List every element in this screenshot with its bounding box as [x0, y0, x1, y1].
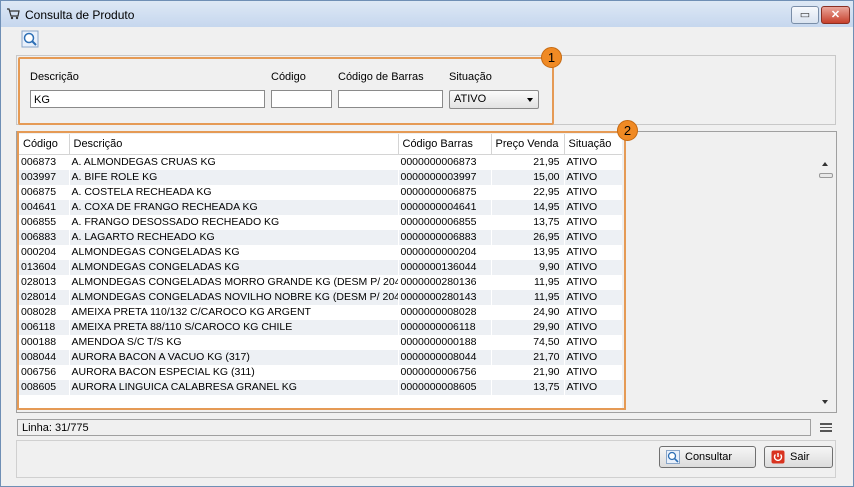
chevron-down-icon: [527, 98, 533, 102]
scroll-down-icon[interactable]: [822, 400, 828, 404]
codigo-input[interactable]: [271, 90, 332, 108]
cart-icon: [7, 8, 20, 20]
codigo-barras-input[interactable]: [338, 90, 443, 108]
annotation-badge-1: 1: [541, 47, 562, 68]
menu-icon[interactable]: [820, 423, 832, 432]
status-bar: Linha: 31/775: [17, 419, 811, 436]
descricao-input[interactable]: KG: [30, 90, 265, 108]
codigo-label: Código: [271, 71, 306, 83]
consultar-label: Consultar: [685, 451, 733, 463]
sair-button[interactable]: Sair: [764, 446, 833, 468]
vertical-scrollbar[interactable]: [818, 154, 834, 410]
restore-icon: ▭: [799, 9, 811, 21]
title-bar: Consulta de Produto ▭ ✕: [1, 1, 853, 27]
restore-button[interactable]: ▭: [791, 6, 819, 24]
close-icon: ✕: [830, 9, 841, 21]
sair-label: Sair: [790, 451, 810, 463]
descricao-label: Descrição: [30, 71, 79, 83]
power-icon: [771, 450, 785, 464]
annotation-badge-2: 2: [617, 120, 638, 141]
situacao-value: ATIVO: [454, 93, 487, 105]
codigo-barras-label: Código de Barras: [338, 71, 424, 83]
search-icon[interactable]: [21, 30, 39, 48]
scroll-thumb[interactable]: [819, 173, 833, 178]
window-title: Consulta de Produto: [25, 8, 135, 22]
search-icon: [666, 450, 680, 464]
scroll-up-icon[interactable]: [822, 162, 828, 166]
grid-highlight: [17, 131, 626, 410]
situacao-select[interactable]: ATIVO: [449, 90, 539, 109]
situacao-label: Situação: [449, 71, 492, 83]
consultar-button[interactable]: Consultar: [659, 446, 756, 468]
close-button[interactable]: ✕: [821, 6, 850, 24]
